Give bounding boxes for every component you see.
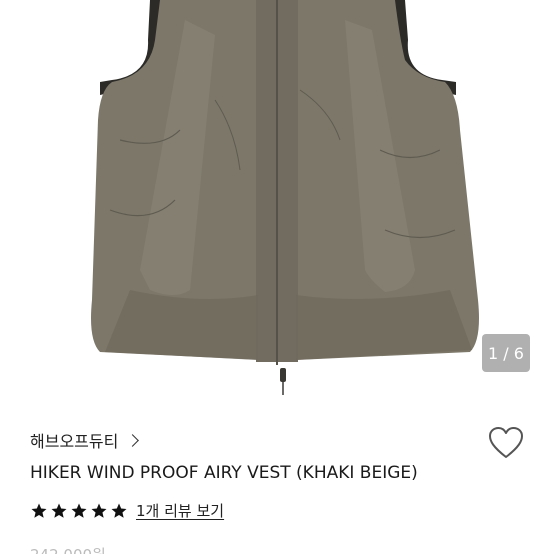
star-icon (111, 503, 127, 518)
wishlist-button[interactable] (488, 426, 524, 460)
rating-row: 1개 리뷰 보기 (30, 500, 224, 521)
star-icon (71, 503, 87, 518)
chevron-right-icon (126, 433, 140, 447)
heart-outline-icon (489, 427, 523, 458)
product-image-gallery[interactable]: 1 / 6 (0, 0, 554, 400)
star-icon (31, 503, 47, 518)
star-icon (91, 503, 107, 518)
image-counter: 1 / 6 (482, 334, 530, 372)
store-name: 해브오프듀티 (30, 432, 119, 451)
product-photo-vest (91, 0, 479, 395)
store-link[interactable]: 해브오프듀티 (30, 428, 140, 452)
review-link[interactable]: 1개 리뷰 보기 (136, 500, 224, 521)
rating-stars (30, 502, 128, 520)
star-icon (51, 503, 67, 518)
product-price: 242,000원 (30, 544, 106, 554)
product-title: HIKER WIND PROOF AIRY VEST (KHAKI BEIGE) (30, 463, 418, 483)
